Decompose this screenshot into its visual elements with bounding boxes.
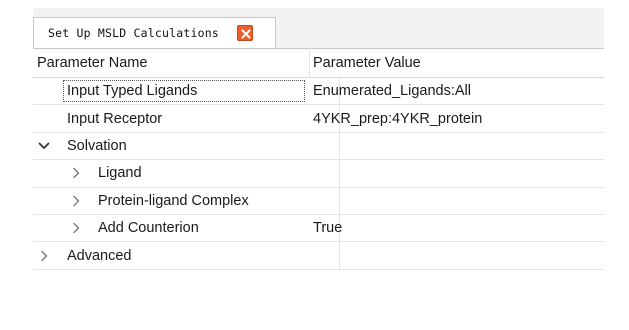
table-row-ligand[interactable]: Ligand — [33, 160, 604, 188]
parameter-value-cell[interactable]: True — [305, 215, 604, 241]
parameter-name: Add Counterion — [98, 220, 199, 237]
chevron-right-icon[interactable] — [69, 194, 83, 208]
table-header: Parameter Name Parameter Value — [33, 48, 604, 78]
parameter-value-cell[interactable] — [305, 160, 604, 186]
parameter-value-cell[interactable] — [305, 133, 604, 159]
parameter-table: Parameter Name Parameter Value Input Typ… — [33, 48, 604, 270]
table-row-input-receptor[interactable]: Input Receptor 4YKR_prep:4YKR_protein — [33, 105, 604, 133]
parameter-name-cell[interactable]: Protein-ligand Complex — [33, 187, 340, 214]
column-header-parameter-value[interactable]: Parameter Value — [305, 48, 604, 77]
parameter-value-cell[interactable]: Enumerated_Ligands:All — [305, 78, 604, 104]
chevron-right-icon[interactable] — [69, 221, 83, 235]
chevron-down-icon[interactable] — [37, 139, 51, 153]
parameter-value-cell[interactable] — [305, 242, 604, 268]
parameter-name: Input Typed Ligands — [67, 83, 198, 100]
parameter-value: 4YKR_prep:4YKR_protein — [313, 110, 483, 127]
column-header-label: Parameter Name — [37, 54, 148, 71]
chevron-right-icon[interactable] — [69, 166, 83, 180]
parameter-name: Advanced — [67, 247, 132, 264]
tab-bar: Set Up MSLD Calculations — [33, 8, 604, 49]
column-header-parameter-name[interactable]: Parameter Name — [33, 48, 310, 77]
tab-label: Set Up MSLD Calculations — [48, 26, 219, 40]
table-row-input-typed-ligands[interactable]: Input Typed Ligands Enumerated_Ligands:A… — [33, 78, 604, 106]
table-row-advanced[interactable]: Advanced — [33, 242, 604, 270]
parameter-name: Ligand — [98, 165, 142, 182]
parameter-name: Input Receptor — [67, 110, 163, 127]
close-icon[interactable] — [237, 25, 253, 41]
table-row-solvation[interactable]: Solvation — [33, 132, 604, 161]
parameter-name-cell[interactable]: Solvation — [33, 132, 340, 160]
parameter-name-cell[interactable]: Ligand — [33, 160, 340, 187]
tab-set-up-msld-calculations[interactable]: Set Up MSLD Calculations — [33, 17, 276, 48]
parameter-name-cell[interactable]: Input Receptor — [33, 105, 340, 132]
table-row-protein-ligand-complex[interactable]: Protein-ligand Complex — [33, 187, 604, 215]
table-row-add-counterion[interactable]: Add Counterion True — [33, 214, 604, 243]
parameter-name: Solvation — [67, 137, 127, 154]
chevron-right-icon[interactable] — [37, 249, 51, 263]
parameter-name-cell[interactable]: Advanced — [33, 242, 340, 269]
column-header-label: Parameter Value — [313, 54, 421, 71]
parameter-value-cell[interactable]: 4YKR_prep:4YKR_protein — [305, 105, 604, 131]
parameter-value: True — [313, 220, 343, 237]
parameter-value: Enumerated_Ligands:All — [313, 83, 471, 100]
parameter-value-cell[interactable] — [305, 188, 604, 214]
parameter-name-cell[interactable]: Input Typed Ligands — [33, 78, 340, 105]
parameter-name-cell[interactable]: Add Counterion — [33, 214, 340, 242]
parameter-name: Protein-ligand Complex — [98, 192, 249, 209]
